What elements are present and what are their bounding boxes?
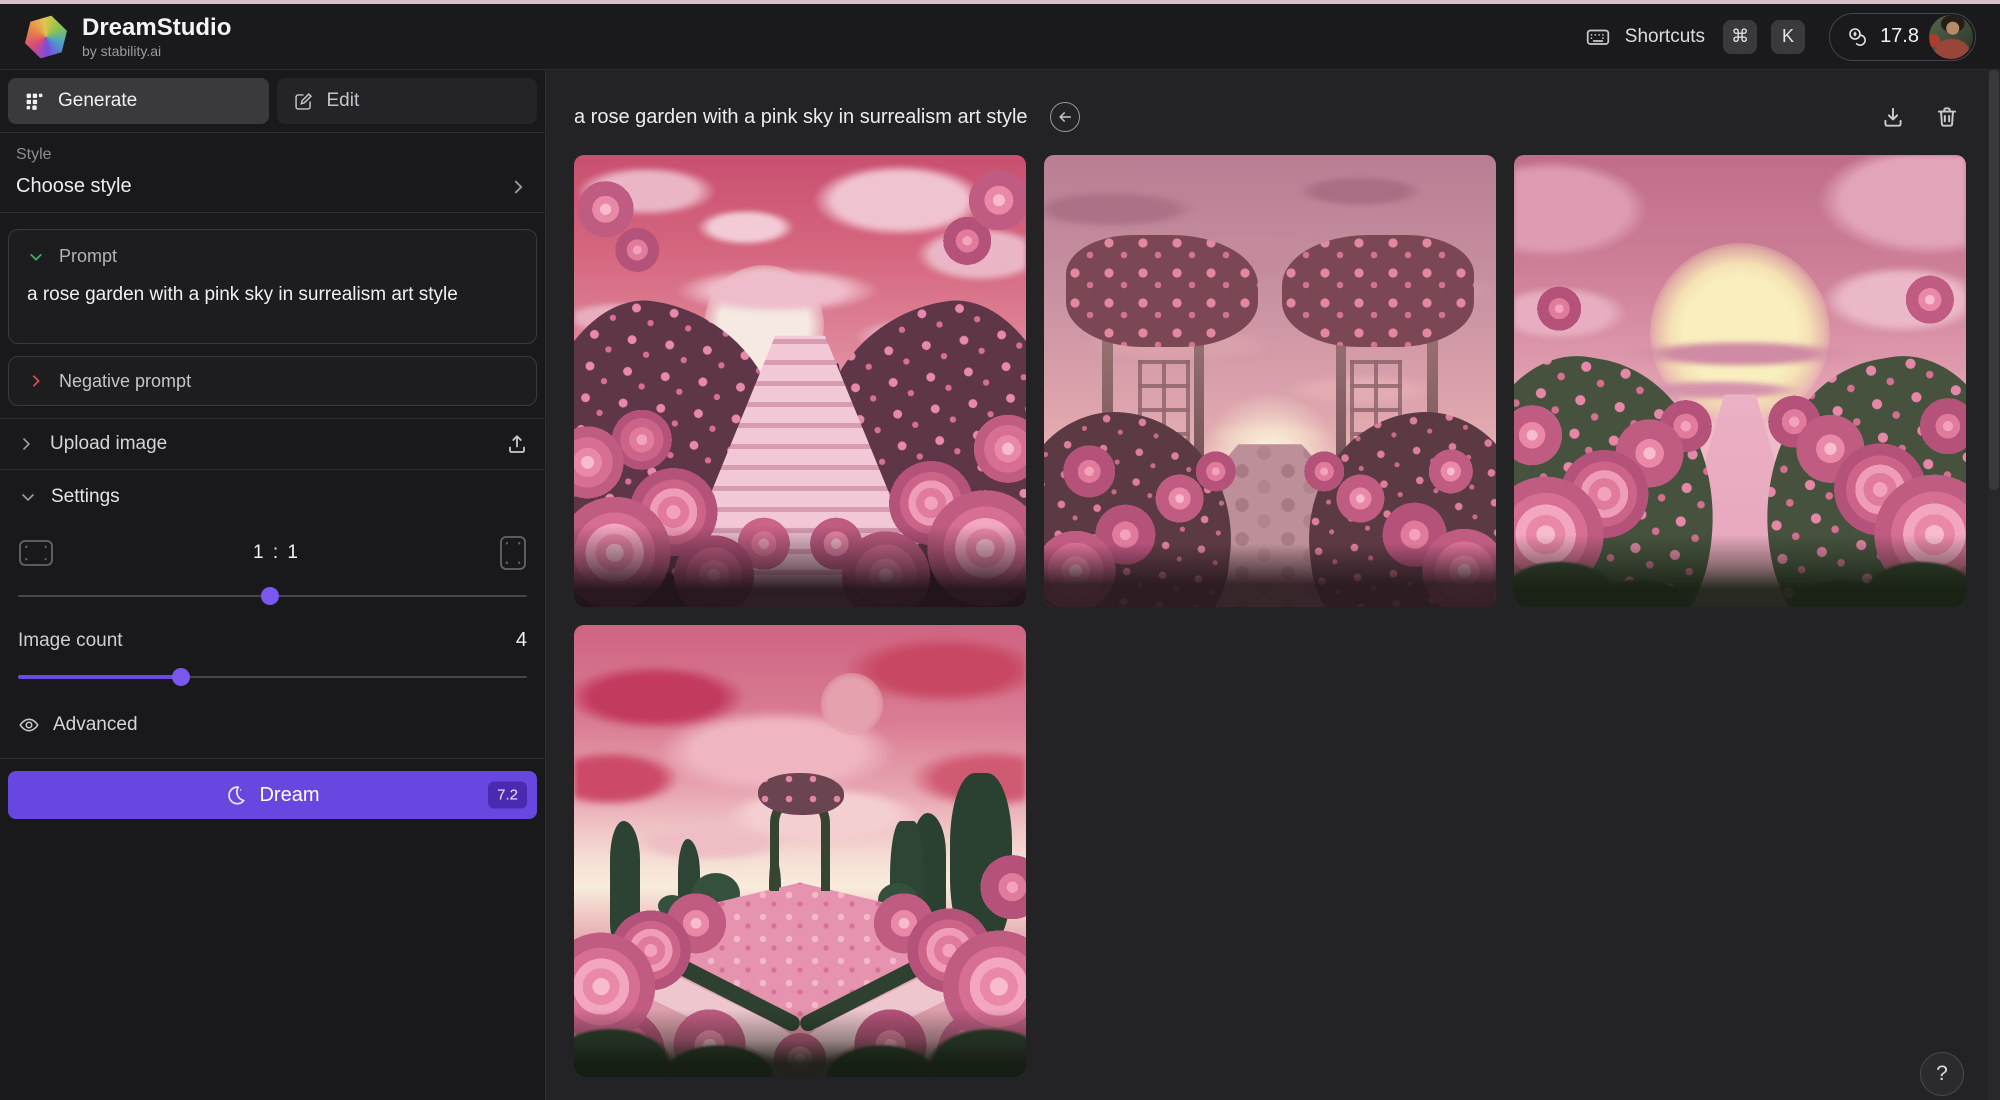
chevron-down-icon — [18, 487, 38, 507]
tab-generate-label: Generate — [58, 90, 138, 111]
chevron-right-icon — [16, 434, 36, 454]
settings-header[interactable]: Settings — [18, 486, 527, 508]
choose-style-value: Choose style — [16, 175, 132, 197]
image-count-value: 4 — [515, 629, 527, 651]
image-count-slider-thumb[interactable] — [171, 668, 190, 686]
foreground-roses — [1044, 155, 1496, 607]
chevron-right-icon[interactable] — [27, 372, 45, 390]
tab-generate[interactable]: Generate — [8, 78, 269, 124]
credits-value: 17.8 — [1880, 25, 1919, 47]
advanced-row[interactable]: Advanced — [18, 714, 527, 736]
negative-prompt-label: Negative prompt — [59, 370, 192, 391]
generate-grid-icon — [24, 91, 45, 112]
settings-label: Settings — [51, 486, 120, 507]
prompt-label: Prompt — [59, 246, 118, 266]
avatar[interactable] — [1929, 14, 1973, 59]
download-icon[interactable] — [1880, 104, 1906, 130]
foreground-roses — [574, 155, 1026, 607]
style-label: Style — [16, 146, 52, 163]
eye-icon — [18, 714, 40, 736]
app-subtitle: by stability.ai — [82, 43, 162, 60]
foreground-roses — [1514, 155, 1966, 607]
coins-icon — [1846, 25, 1870, 49]
sidebar: Generate Edit Style Choose style Prompt … — [0, 70, 546, 1100]
foreground-roses — [574, 625, 1026, 1077]
main-content: a rose garden with a pink sky in surreal… — [546, 70, 2000, 1100]
prompt-input[interactable]: a rose garden with a pink sky in surreal… — [27, 282, 518, 309]
back-arrow-icon[interactable] — [1049, 102, 1080, 132]
credits-pill[interactable]: 17.8 — [1829, 12, 1976, 61]
trash-icon[interactable] — [1934, 104, 1960, 130]
tab-edit[interactable]: Edit — [276, 78, 537, 124]
advanced-label: Advanced — [53, 714, 138, 735]
negative-prompt-box[interactable]: Negative prompt — [8, 356, 537, 406]
generated-image-2[interactable] — [1044, 155, 1496, 607]
tab-edit-label: Edit — [326, 90, 360, 111]
image-count-slider-fill — [18, 675, 181, 679]
image-count-label: Image count — [18, 629, 123, 651]
app-title: DreamStudio — [82, 13, 232, 41]
cmd-key-badge: ⌘ — [1723, 19, 1758, 54]
divider — [0, 212, 545, 213]
scrollbar-thumb[interactable] — [1989, 70, 1999, 490]
choose-style-row[interactable]: Choose style — [16, 175, 529, 198]
aspect-ratio-slider[interactable] — [18, 587, 527, 605]
landscape-frame-icon[interactable] — [18, 539, 54, 567]
help-button[interactable]: ? — [1920, 1052, 1964, 1096]
prompt-box[interactable]: Prompt a rose garden with a pink sky in … — [8, 229, 537, 344]
generation-title: a rose garden with a pink sky in surreal… — [574, 105, 1028, 128]
chevron-right-icon — [507, 176, 529, 198]
scrollbar[interactable] — [1988, 70, 2000, 1100]
dream-button[interactable]: Dream 7.2 — [8, 771, 537, 819]
portrait-frame-icon[interactable] — [499, 535, 527, 571]
keyboard-icon — [1585, 24, 1611, 50]
aspect-ratio-value: 1 : 1 — [253, 542, 300, 563]
dream-button-label: Dream — [259, 783, 320, 806]
generated-image-3[interactable] — [1514, 155, 1966, 607]
generated-image-1[interactable] — [574, 155, 1026, 607]
k-key-badge: K — [1771, 19, 1806, 54]
upload-image-label: Upload image — [50, 433, 168, 454]
edit-pencil-icon — [293, 91, 314, 112]
image-grid — [574, 155, 2000, 1077]
dreamstudio-logo-icon[interactable] — [19, 10, 72, 63]
shortcuts-label[interactable]: Shortcuts — [1625, 26, 1705, 48]
aspect-ratio-slider-thumb[interactable] — [260, 587, 279, 605]
topbar: DreamStudio by stability.ai Shortcuts ⌘ … — [0, 4, 2000, 70]
generated-image-4[interactable] — [574, 625, 1026, 1077]
upload-image-row[interactable]: Upload image — [0, 418, 545, 470]
dream-cost-badge: 7.2 — [488, 781, 527, 809]
upload-icon[interactable] — [505, 432, 529, 456]
chevron-down-icon[interactable] — [27, 248, 45, 266]
moon-icon — [225, 784, 247, 806]
image-count-slider[interactable] — [18, 668, 527, 686]
